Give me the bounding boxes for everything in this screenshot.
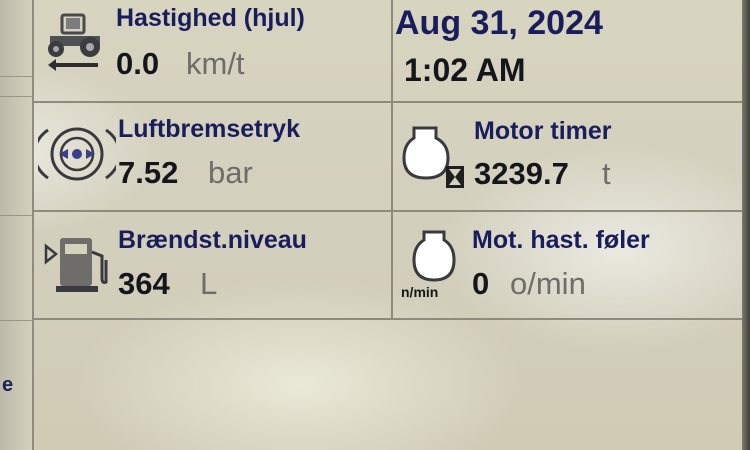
fuel-level-unit: L bbox=[200, 266, 218, 301]
time-text: 1:02 AM bbox=[404, 52, 526, 88]
fuel-level-label: Brændst.niveau bbox=[118, 226, 307, 254]
speed-label: Hastighed (hjul) bbox=[116, 4, 305, 32]
left-panel-divider bbox=[0, 96, 32, 97]
air-brake-value: 7.52 bbox=[118, 155, 179, 190]
fuel-pump-icon bbox=[44, 238, 108, 292]
engine-rpm-icon-caption: n/min bbox=[401, 284, 439, 300]
air-brake-label: Luftbremsetryk bbox=[118, 115, 300, 143]
grid-horizontal-divider bbox=[34, 210, 746, 212]
engine-hours-value: 3239.7 bbox=[474, 156, 569, 191]
left-panel-divider bbox=[0, 215, 32, 216]
engine-speed-label: Mot. hast. føler bbox=[472, 226, 650, 254]
grid-vertical-divider bbox=[391, 0, 393, 320]
fuel-level-value: 364 bbox=[118, 266, 170, 301]
engine-hours-label: Motor timer bbox=[474, 117, 612, 145]
engine-speed-unit: o/min bbox=[510, 266, 586, 301]
engine-rpm-icon bbox=[412, 230, 456, 282]
engine-hours-unit: t bbox=[602, 156, 611, 191]
left-panel-partial-text: e bbox=[2, 374, 14, 396]
screen-bezel-edge bbox=[742, 0, 750, 450]
engine-speed-value: 0 bbox=[472, 266, 490, 301]
engine-hourglass-icon bbox=[402, 126, 464, 188]
grid-horizontal-divider bbox=[34, 318, 746, 320]
grid-horizontal-divider bbox=[34, 101, 746, 103]
display-screen: e Hastighed (hjul) 0.0 km/t Aug 31, 2024… bbox=[0, 0, 750, 450]
air-brake-icon bbox=[38, 127, 116, 181]
left-panel-divider bbox=[0, 320, 32, 321]
speed-unit: km/t bbox=[186, 46, 245, 81]
tractor-icon bbox=[48, 13, 100, 71]
left-panel-divider bbox=[0, 76, 32, 77]
speed-value: 0.0 bbox=[116, 46, 160, 81]
left-side-panel: e bbox=[0, 0, 34, 450]
air-brake-unit: bar bbox=[208, 155, 253, 190]
date-text: Aug 31, 2024 bbox=[395, 4, 603, 42]
